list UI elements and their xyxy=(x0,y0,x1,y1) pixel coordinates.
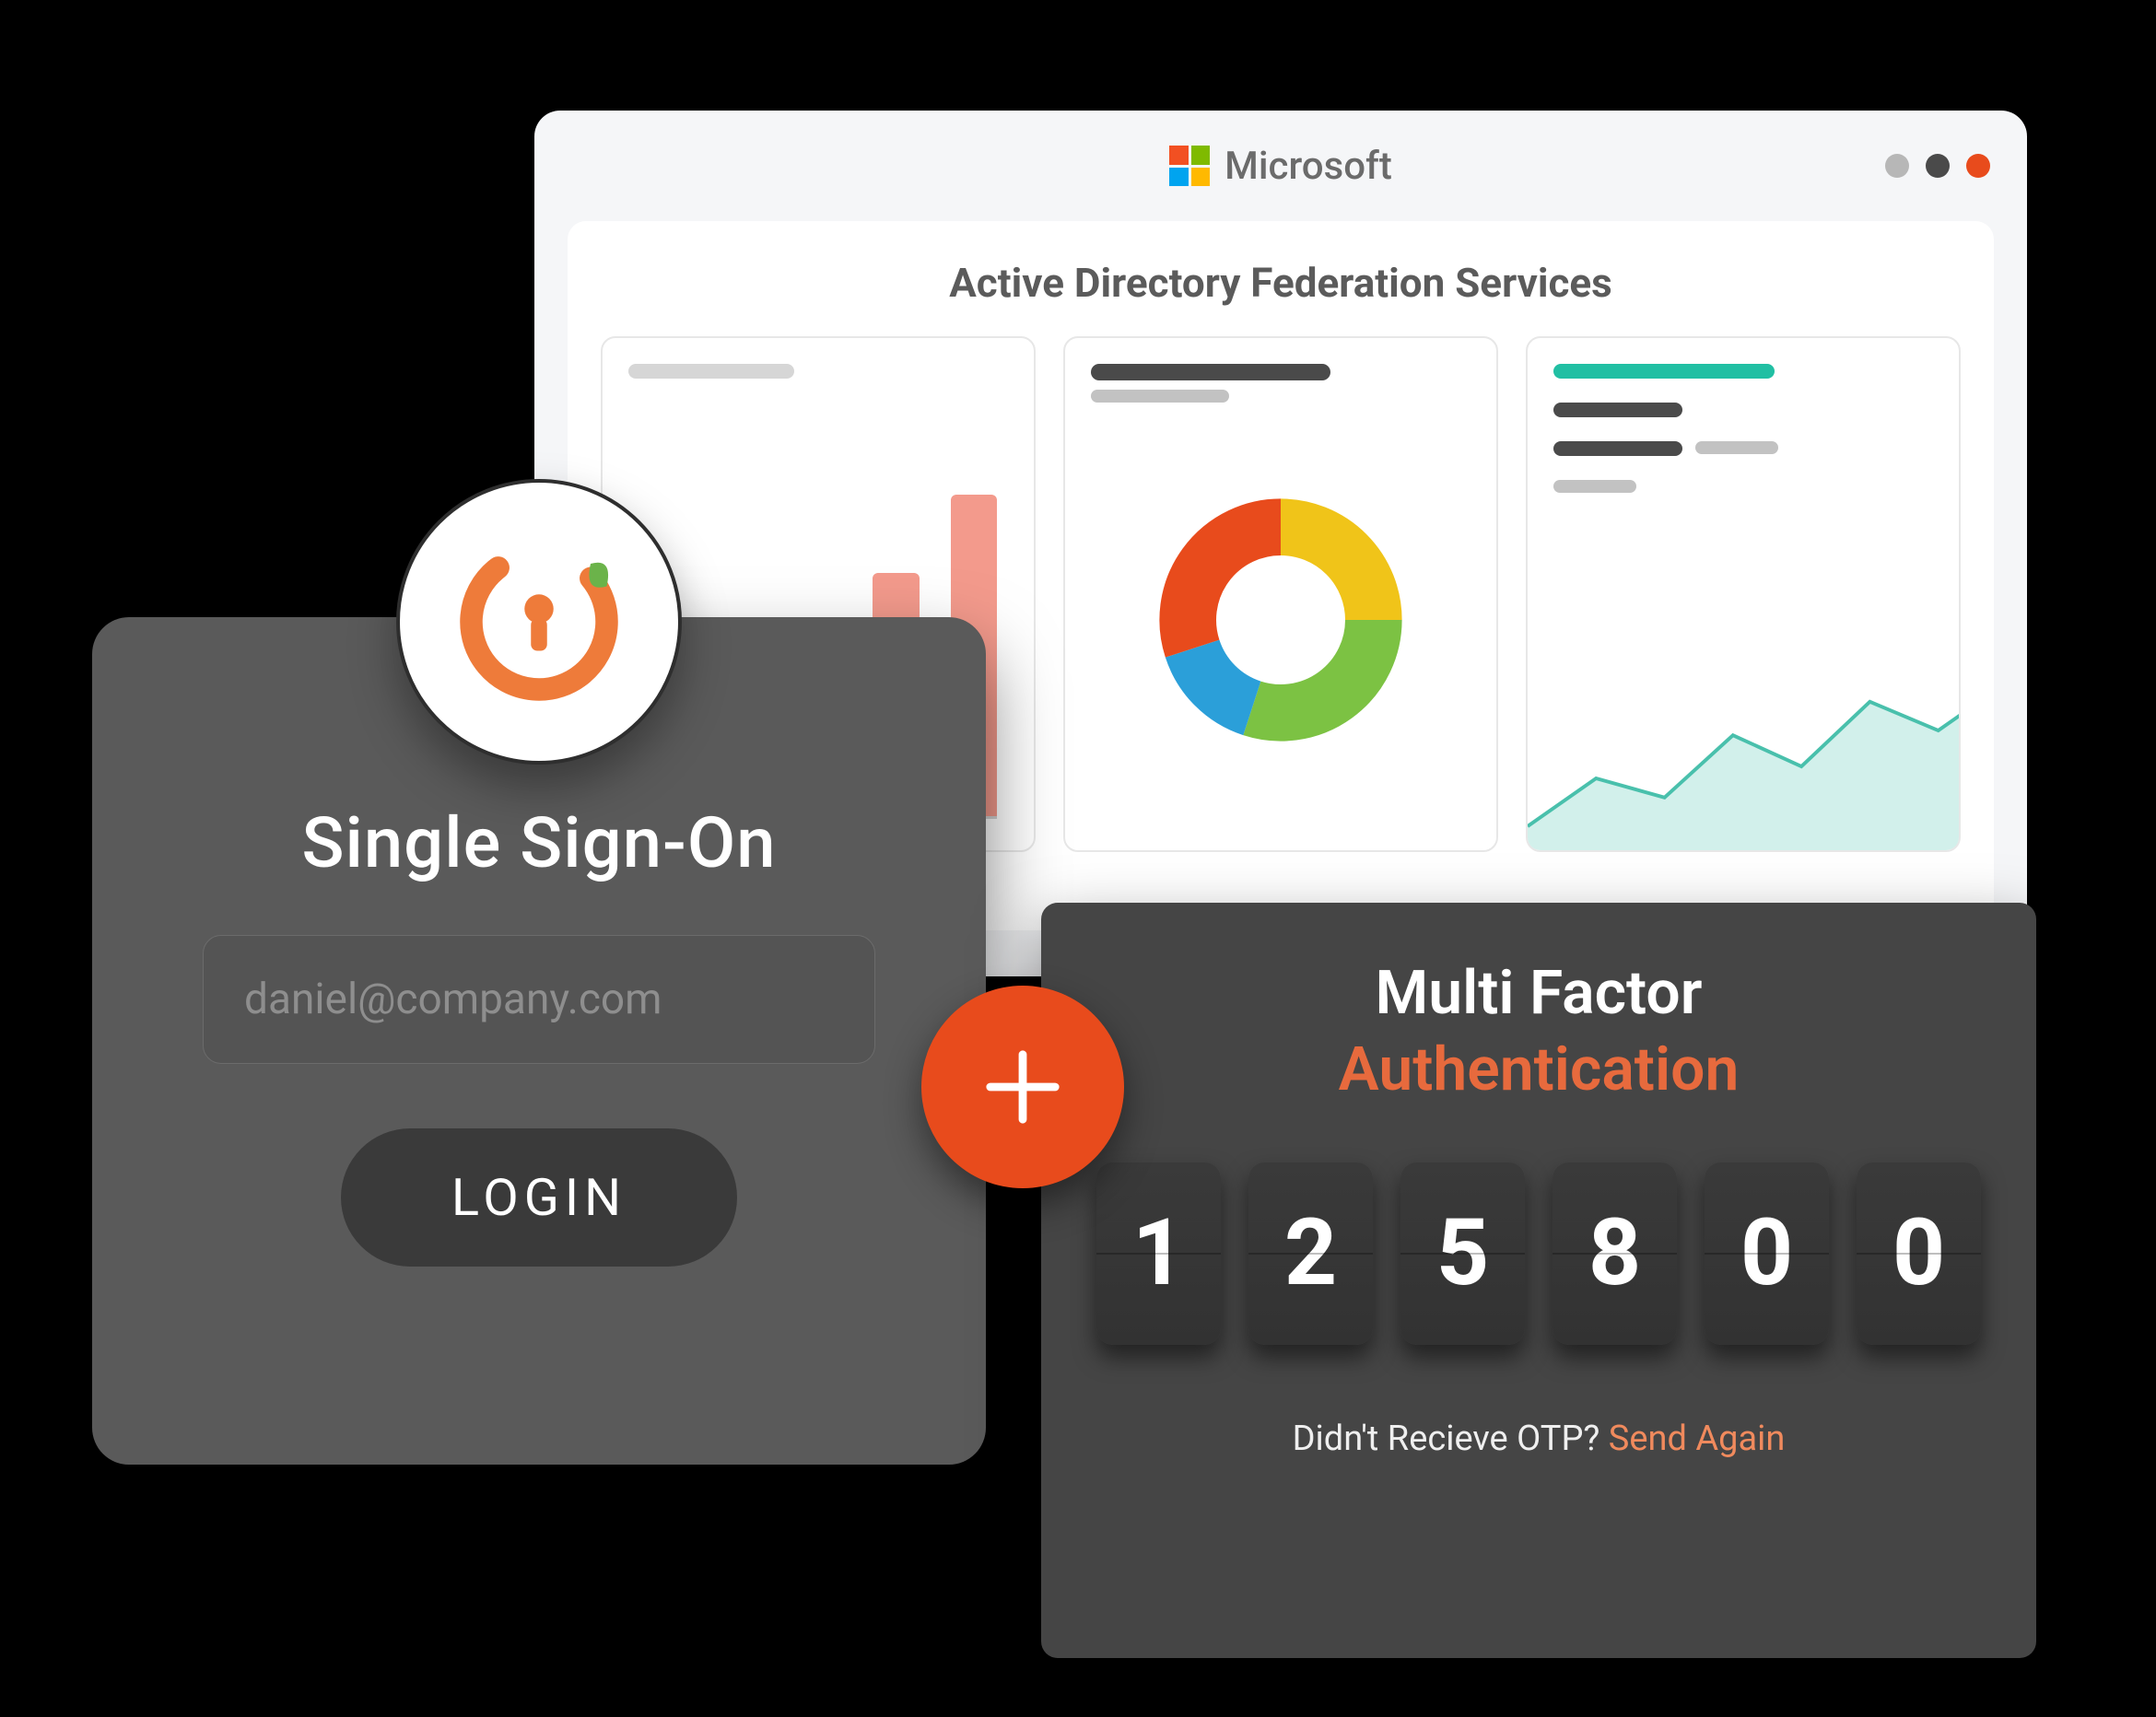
microsoft-logo-icon xyxy=(1169,146,1210,186)
area-chart xyxy=(1528,611,1961,850)
titlebar: Microsoft xyxy=(534,111,2027,221)
mfa-title-line2: Authentication xyxy=(1096,1034,1981,1105)
mfa-footer: Didn't Recieve OTP? Send Again xyxy=(1096,1419,1981,1459)
email-placeholder: daniel@company.com xyxy=(244,975,662,1024)
otp-digit[interactable]: 5 xyxy=(1400,1161,1525,1345)
otp-digit[interactable]: 0 xyxy=(1705,1161,1829,1345)
page-title: Active Directory Federation Services xyxy=(601,258,1961,309)
donut-chart-card xyxy=(1063,336,1498,852)
miniorange-logo-badge xyxy=(396,479,682,765)
otp-digit[interactable]: 1 xyxy=(1096,1161,1221,1345)
skeleton-line xyxy=(628,364,794,379)
skeleton-line xyxy=(1553,403,1682,417)
area-chart-card xyxy=(1526,336,1961,852)
window-controls[interactable] xyxy=(1885,154,1990,178)
mfa-title-line1: Multi Factor xyxy=(1096,958,1981,1029)
skeleton-line xyxy=(1553,364,1775,379)
mfa-card: Multi Factor Authentication 125800 Didn'… xyxy=(1041,903,2036,1658)
login-button[interactable]: LOGIN xyxy=(341,1128,737,1267)
sso-title: Single Sign-On xyxy=(147,801,931,884)
mfa-footer-text: Didn't Recieve OTP? xyxy=(1293,1419,1609,1459)
window-close-dot[interactable] xyxy=(1966,154,1990,178)
skeleton-line xyxy=(1091,390,1229,403)
sso-card: Single Sign-On daniel@company.com LOGIN xyxy=(92,617,986,1465)
email-field[interactable]: daniel@company.com xyxy=(203,935,875,1064)
skeleton-line xyxy=(1091,364,1330,380)
plus-icon xyxy=(972,1036,1073,1138)
otp-row: 125800 xyxy=(1096,1161,1981,1345)
otp-digit[interactable]: 0 xyxy=(1857,1161,1981,1345)
skeleton-line xyxy=(1553,480,1636,493)
donut-chart xyxy=(1152,491,1410,749)
window-minimize-dot[interactable] xyxy=(1885,154,1909,178)
skeleton-line xyxy=(1553,441,1682,456)
skeleton-line xyxy=(1695,441,1778,454)
resend-otp-link[interactable]: Send Again xyxy=(1609,1419,1786,1459)
window-maximize-dot[interactable] xyxy=(1926,154,1950,178)
microsoft-logo-text: Microsoft xyxy=(1224,144,1392,189)
otp-digit[interactable]: 8 xyxy=(1553,1161,1677,1345)
microsoft-logo: Microsoft xyxy=(1169,144,1392,189)
miniorange-logo-icon xyxy=(442,525,636,718)
otp-digit[interactable]: 2 xyxy=(1248,1161,1373,1345)
plus-badge xyxy=(921,986,1124,1188)
